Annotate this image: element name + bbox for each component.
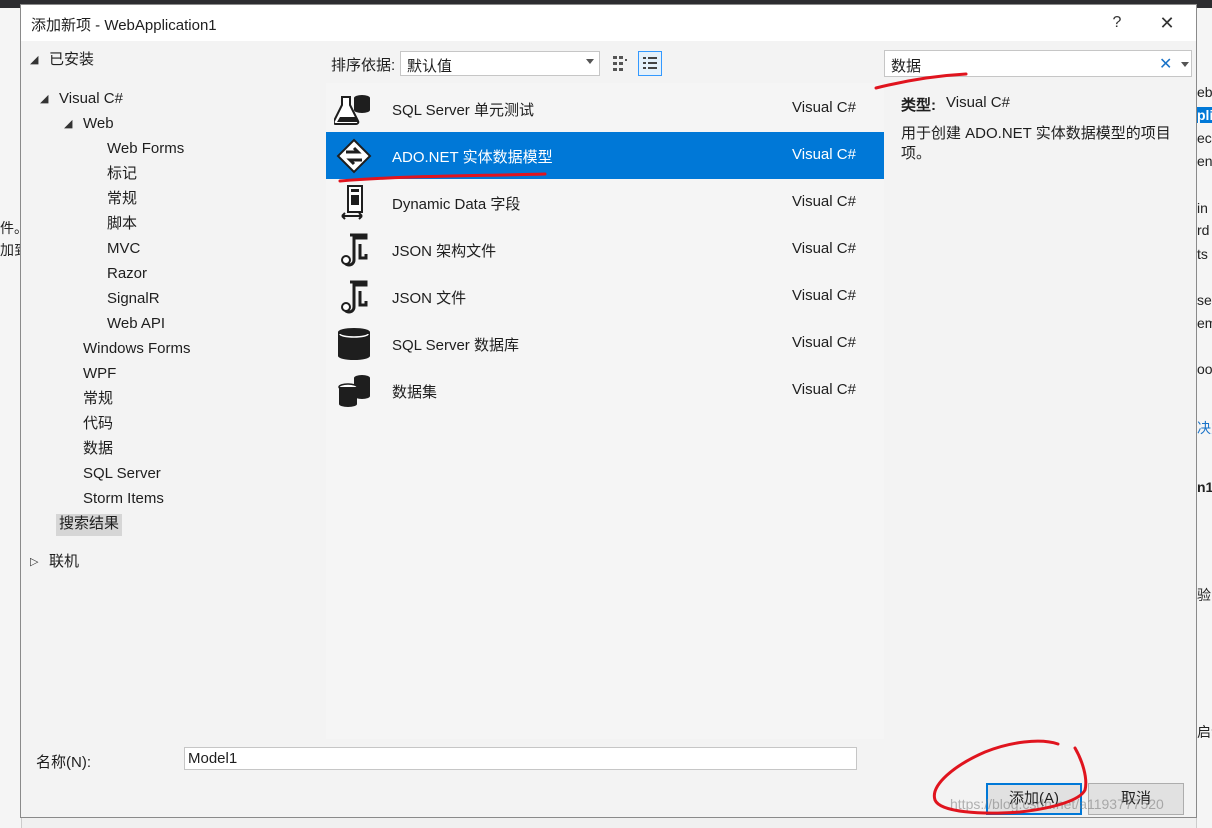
tree-item-signalr[interactable]: SignalR <box>107 289 160 309</box>
ide-right-fragment: in <box>1197 200 1208 216</box>
template-language: Visual C# <box>792 146 856 163</box>
template-row[interactable]: JSON 架构文件 Visual C# <box>326 226 884 273</box>
tree-item-wpf[interactable]: WPF <box>83 364 116 384</box>
ide-right-fragment: en <box>1197 153 1212 169</box>
name-value: Model1 <box>188 750 238 767</box>
expanded-arrow-icon[interactable]: ◢ <box>30 50 38 70</box>
tree-item-windows-forms[interactable]: Windows Forms <box>83 339 191 359</box>
template-row-selected[interactable]: ADO.NET 实体数据模型 Visual C# <box>326 132 884 179</box>
ide-right-fragment: ec <box>1197 130 1212 146</box>
tree-item-razor[interactable]: Razor <box>107 264 147 284</box>
template-row[interactable]: JSON 文件 Visual C# <box>326 273 884 320</box>
json-schema-icon <box>341 233 368 267</box>
database-icon <box>338 328 370 360</box>
tree-item-data[interactable]: 数据 <box>83 439 113 459</box>
template-language: Visual C# <box>792 240 856 257</box>
clear-search-icon[interactable]: ✕ <box>1159 54 1172 74</box>
dialog-titlebar: 添加新项 - WebApplication1 ? ✕ <box>21 5 1196 41</box>
template-language: Visual C# <box>792 287 856 304</box>
name-field[interactable]: Model1 <box>184 747 857 770</box>
list-view-button[interactable] <box>638 51 662 76</box>
tree-item-code[interactable]: 代码 <box>83 414 113 434</box>
template-name: JSON 文件 <box>392 290 467 307</box>
list-view-icon <box>643 57 657 69</box>
template-row[interactable]: 数据集 Visual C# <box>326 367 884 414</box>
search-input[interactable]: 数据 ✕ <box>884 50 1192 77</box>
template-row[interactable]: SQL Server 单元测试 Visual C# <box>326 85 884 132</box>
ide-right-fragment: 验 <box>1197 587 1211 603</box>
chevron-down-icon <box>586 59 594 64</box>
detail-description: 用于创建 ADO.NET 实体数据模型的项目项。 <box>901 125 1171 162</box>
entity-model-icon <box>336 138 372 174</box>
ide-right-fragment: 决方 <box>1197 420 1212 436</box>
ide-right-fragment: eb <box>1197 84 1212 100</box>
json-file-icon <box>341 280 368 314</box>
template-name: SQL Server 数据库 <box>392 337 519 354</box>
tree-item-web[interactable]: Web <box>83 114 114 134</box>
tree-item-web-forms[interactable]: Web Forms <box>107 139 184 159</box>
sort-by-label: 排序依据: <box>331 57 396 74</box>
ide-right-fragment: rd <box>1197 222 1210 238</box>
template-row[interactable]: Dynamic Data 字段 Visual C# <box>326 179 884 226</box>
template-row[interactable]: SQL Server 数据库 Visual C# <box>326 320 884 367</box>
flask-database-icon <box>334 95 370 125</box>
tree-item-online[interactable]: 联机 <box>49 552 79 572</box>
ide-right-fragment: ts <box>1197 246 1208 262</box>
template-name: 数据集 <box>392 384 438 401</box>
ide-right-fragment: pli <box>1197 107 1212 123</box>
ide-left-panel <box>0 8 22 828</box>
dialog-title: 添加新项 - WebApplication1 <box>31 17 217 34</box>
sort-by-value: 默认值 <box>407 58 453 75</box>
tree-item-storm-items[interactable]: Storm Items <box>83 489 164 509</box>
detail-type-label: 类型: <box>901 97 936 114</box>
expanded-arrow-icon[interactable]: ◢ <box>40 89 48 109</box>
detail-type-value: Visual C# <box>946 94 1010 111</box>
tree-item-sql-server[interactable]: SQL Server <box>83 464 161 484</box>
ide-right-fragment: ser <box>1197 292 1212 308</box>
add-new-item-dialog: 添加新项 - WebApplication1 ? ✕ ◢ 已安装 ◢ Visua… <box>20 4 1197 818</box>
ide-bottom-strip <box>22 818 1196 828</box>
tree-item-scripts[interactable]: 脚本 <box>107 214 137 234</box>
template-language: Visual C# <box>792 193 856 210</box>
tree-item-installed[interactable]: 已安装 <box>49 50 94 70</box>
template-name: Dynamic Data 字段 <box>392 196 521 213</box>
template-language: Visual C# <box>792 381 856 398</box>
name-label: 名称(N): <box>36 754 91 771</box>
template-language: Visual C# <box>792 334 856 351</box>
chevron-down-icon[interactable] <box>1181 62 1189 67</box>
template-name: ADO.NET 实体数据模型 <box>392 149 553 166</box>
ide-right-fragment: em <box>1197 315 1212 331</box>
tree-item-markup[interactable]: 标记 <box>107 164 137 184</box>
template-name: SQL Server 单元测试 <box>392 102 534 119</box>
ide-right-fragment: 启动 <box>1197 724 1212 740</box>
dynamic-data-field-icon <box>341 185 363 220</box>
tree-item-general[interactable]: 常规 <box>107 189 137 209</box>
template-list: SQL Server 单元测试 Visual C# ADO.NET 实体数据模型… <box>326 83 884 739</box>
dataset-icon <box>338 375 370 407</box>
tree-item-web-api[interactable]: Web API <box>107 314 165 334</box>
tree-item-general[interactable]: 常规 <box>83 389 113 409</box>
grid-view-button[interactable] <box>608 51 632 76</box>
expanded-arrow-icon[interactable]: ◢ <box>64 114 72 134</box>
close-button[interactable]: ✕ <box>1155 11 1179 35</box>
template-language: Visual C# <box>792 99 856 116</box>
ide-right-fragment: n1 <box>1197 479 1212 495</box>
sort-by-select[interactable]: 默认值 <box>400 51 600 76</box>
tree-item-search-results[interactable]: 搜索结果 <box>59 514 119 534</box>
template-name: JSON 架构文件 <box>392 243 497 260</box>
tree-item-visual-csharp[interactable]: Visual C# <box>59 89 123 109</box>
tree-item-mvc[interactable]: MVC <box>107 239 140 259</box>
help-button[interactable]: ? <box>1105 11 1129 35</box>
watermark: https://blog.csdn.net/a1193777520 <box>950 796 1164 812</box>
ide-right-fragment: oo <box>1197 361 1212 377</box>
collapsed-arrow-icon[interactable]: ▷ <box>30 552 38 572</box>
search-value: 数据 <box>891 58 922 75</box>
grid-view-icon <box>613 56 627 71</box>
